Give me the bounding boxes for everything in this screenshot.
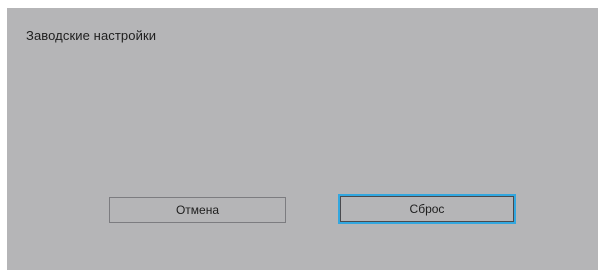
reset-button[interactable]: Сброс	[338, 194, 516, 224]
cancel-button[interactable]: Отмена	[109, 197, 286, 223]
dialog-title: Заводские настройки	[26, 28, 157, 43]
factory-reset-dialog: Заводские настройки Отмена Сброс	[7, 8, 598, 270]
